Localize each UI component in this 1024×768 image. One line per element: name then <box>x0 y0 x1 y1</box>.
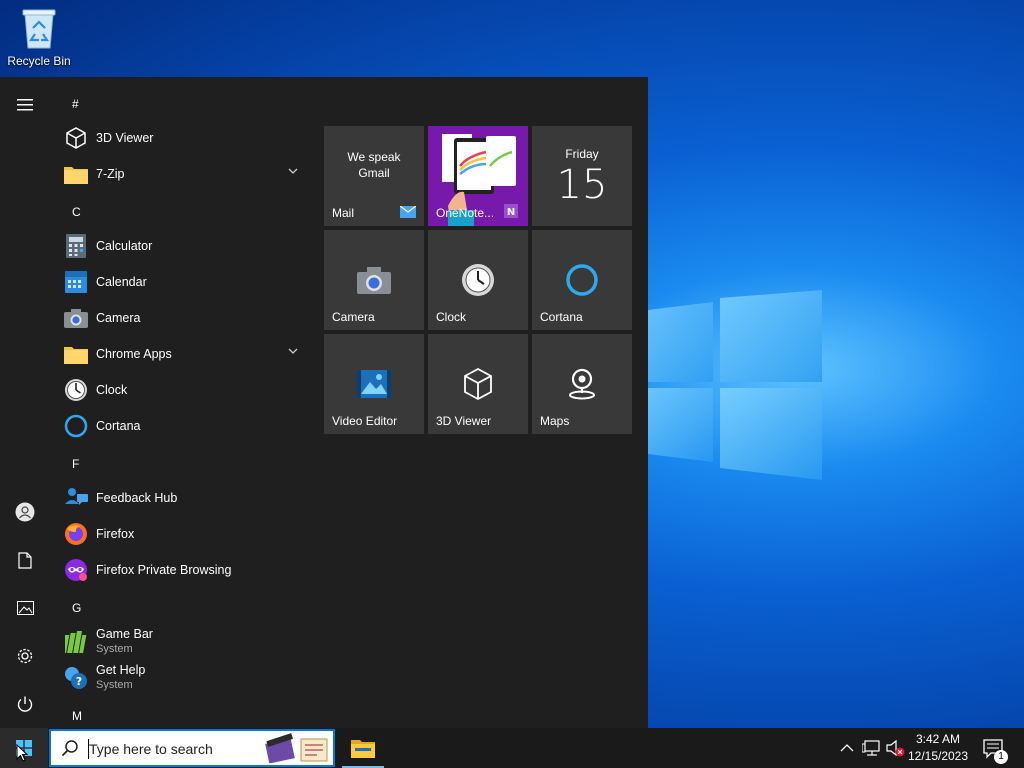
search-highlight-illustration <box>265 733 328 763</box>
show-hidden-icons-chevron-icon[interactable] <box>840 743 854 753</box>
app-calendar[interactable]: Calendar <box>50 264 310 300</box>
tile-calendar[interactable]: Friday 15 <box>532 126 632 226</box>
tile-3d-viewer[interactable]: 3D Viewer <box>428 334 528 434</box>
clock-icon <box>64 378 88 402</box>
documents-button[interactable] <box>0 540 50 580</box>
file-explorer-icon <box>351 740 375 758</box>
hamburger-icon <box>17 99 33 111</box>
feedback-hub-icon <box>64 486 88 510</box>
mouse-cursor-icon <box>16 744 28 762</box>
user-icon <box>15 502 35 522</box>
firefox-private-icon <box>64 558 88 582</box>
tile-video-editor[interactable]: Video Editor <box>324 334 424 434</box>
taskbar-search[interactable]: Type here to search <box>49 729 335 767</box>
cube-icon <box>64 126 88 150</box>
app-3d-viewer[interactable]: 3D Viewer <box>50 120 310 156</box>
tile-clock[interactable]: Clock <box>428 230 528 330</box>
cortana-icon <box>64 414 88 438</box>
calendar-tile-date: 15 <box>556 162 608 208</box>
mail-headline: We speak Gmail <box>347 150 401 180</box>
settings-button[interactable] <box>0 636 50 676</box>
app-list: # 3D Viewer 7-Zip C Calculator Calendar … <box>50 77 312 728</box>
app-cortana[interactable]: Cortana <box>50 408 310 444</box>
mail-icon <box>400 206 416 218</box>
windows-wallpaper-logo <box>648 290 822 480</box>
gear-icon <box>17 648 33 664</box>
video-editor-icon <box>354 366 394 402</box>
volume-muted-icon[interactable] <box>886 739 906 757</box>
app-feedback-hub[interactable]: Feedback Hub <box>50 480 310 516</box>
recycle-bin-shortcut[interactable]: Recycle Bin <box>6 6 72 76</box>
chevron-down-icon[interactable] <box>288 168 298 174</box>
pictures-button[interactable] <box>0 588 50 628</box>
svg-text:N: N <box>507 207 515 218</box>
app-firefox[interactable]: Firefox <box>50 516 310 552</box>
tile-camera[interactable]: Camera <box>324 230 424 330</box>
clock-icon <box>458 262 498 298</box>
calendar-icon <box>64 270 88 294</box>
folder-icon <box>64 342 88 366</box>
firefox-icon <box>64 522 88 546</box>
game-bar-icon <box>64 630 88 654</box>
taskbar: Type here to search 3:42 AM 12/15/2023 1 <box>0 728 1024 768</box>
calculator-icon <box>64 234 88 258</box>
tile-maps[interactable]: Maps <box>532 334 632 434</box>
app-game-bar[interactable]: Game Bar System <box>50 624 310 660</box>
group-header-c[interactable]: C <box>72 205 81 219</box>
app-camera[interactable]: Camera <box>50 300 310 336</box>
app-clock[interactable]: Clock <box>50 372 310 408</box>
svg-text:?: ? <box>76 675 82 688</box>
start-rail <box>0 77 50 728</box>
system-clock[interactable]: 3:42 AM 12/15/2023 <box>906 731 970 765</box>
start-menu: # 3D Viewer 7-Zip C Calculator Calendar … <box>0 77 648 728</box>
clock-date: 12/15/2023 <box>907 749 969 763</box>
calendar-tile-day: Friday <box>565 147 599 161</box>
recycle-bin-label: Recycle Bin <box>7 54 71 68</box>
cube-icon <box>458 366 498 402</box>
account-button[interactable] <box>0 492 50 532</box>
document-icon <box>18 551 32 569</box>
tile-onenote[interactable]: OneNote... N <box>428 126 528 226</box>
power-button[interactable] <box>0 684 50 724</box>
app-firefox-private[interactable]: Firefox Private Browsing <box>50 552 310 588</box>
power-icon <box>17 696 33 712</box>
tile-mail[interactable]: We speak Gmail Mail <box>324 126 424 226</box>
cortana-icon <box>562 262 602 298</box>
chevron-down-icon[interactable] <box>288 348 298 354</box>
onenote-icon: N <box>504 204 518 218</box>
search-icon <box>61 740 78 757</box>
group-header-m[interactable]: M <box>72 709 82 723</box>
recycle-bin-icon <box>22 9 56 49</box>
folder-icon <box>64 162 88 186</box>
app-get-help[interactable]: ? Get Help System <box>50 660 310 696</box>
group-header-f[interactable]: F <box>72 457 79 471</box>
start-button[interactable] <box>0 728 48 768</box>
camera-icon <box>354 262 394 298</box>
taskbar-file-explorer[interactable] <box>342 728 384 768</box>
group-header-hash[interactable]: # <box>72 97 79 111</box>
camera-icon <box>64 306 88 330</box>
notification-badge: 1 <box>994 750 1008 764</box>
tile-cortana[interactable]: Cortana <box>532 230 632 330</box>
network-icon[interactable] <box>862 740 880 756</box>
picture-icon <box>16 601 34 615</box>
clock-time: 3:42 AM <box>915 732 961 746</box>
expand-menu-button[interactable] <box>0 85 50 125</box>
get-help-icon: ? <box>64 666 88 690</box>
map-pin-icon <box>562 366 602 402</box>
search-placeholder: Type here to search <box>89 741 213 757</box>
app-chrome-apps[interactable]: Chrome Apps <box>50 336 310 372</box>
group-header-g[interactable]: G <box>72 601 81 615</box>
app-7-zip[interactable]: 7-Zip <box>50 156 310 192</box>
app-calculator[interactable]: Calculator <box>50 228 310 264</box>
action-center-button[interactable]: 1 <box>978 728 1018 768</box>
